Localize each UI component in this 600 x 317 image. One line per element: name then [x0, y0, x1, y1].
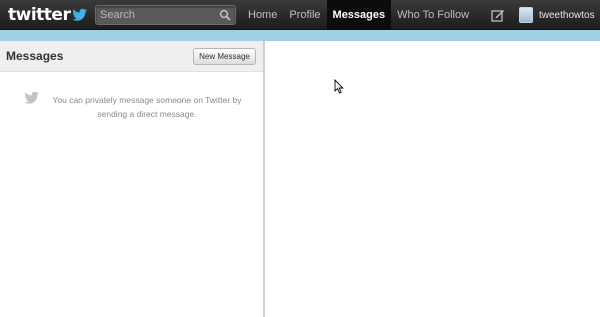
compose-icon[interactable] — [491, 8, 505, 22]
bird-icon — [24, 91, 39, 104]
new-message-button[interactable]: New Message — [193, 48, 256, 65]
main-nav: Home Profile Messages Who To Follow — [242, 0, 475, 30]
messages-panel: Messages New Message You can privately m… — [0, 41, 265, 317]
nav-who-to-follow[interactable]: Who To Follow — [391, 0, 475, 30]
mouse-cursor-icon — [334, 79, 344, 94]
search-box — [95, 5, 236, 25]
conversation-panel — [267, 41, 600, 317]
account-menu[interactable]: tweethowtos ▼ — [519, 5, 600, 25]
nav-profile[interactable]: Profile — [283, 0, 326, 30]
search-icon[interactable] — [219, 9, 231, 21]
twitter-logo[interactable]: twitter — [8, 4, 88, 26]
avatar — [519, 7, 533, 23]
logo-text: twitter — [8, 5, 71, 25]
accent-strip — [0, 30, 600, 41]
messages-panel-header: Messages New Message — [0, 41, 263, 72]
nav-home[interactable]: Home — [242, 0, 283, 30]
top-navigation-bar: twitter Home Profile Messages Who To Fol… — [0, 0, 600, 30]
search-input[interactable] — [96, 6, 216, 24]
empty-state-text: You can privately message someone on Twi… — [52, 95, 242, 119]
nav-messages[interactable]: Messages — [326, 0, 392, 30]
twitter-bird-icon — [72, 8, 88, 21]
page-title: Messages — [6, 49, 64, 63]
username: tweethowtos — [539, 9, 595, 21]
